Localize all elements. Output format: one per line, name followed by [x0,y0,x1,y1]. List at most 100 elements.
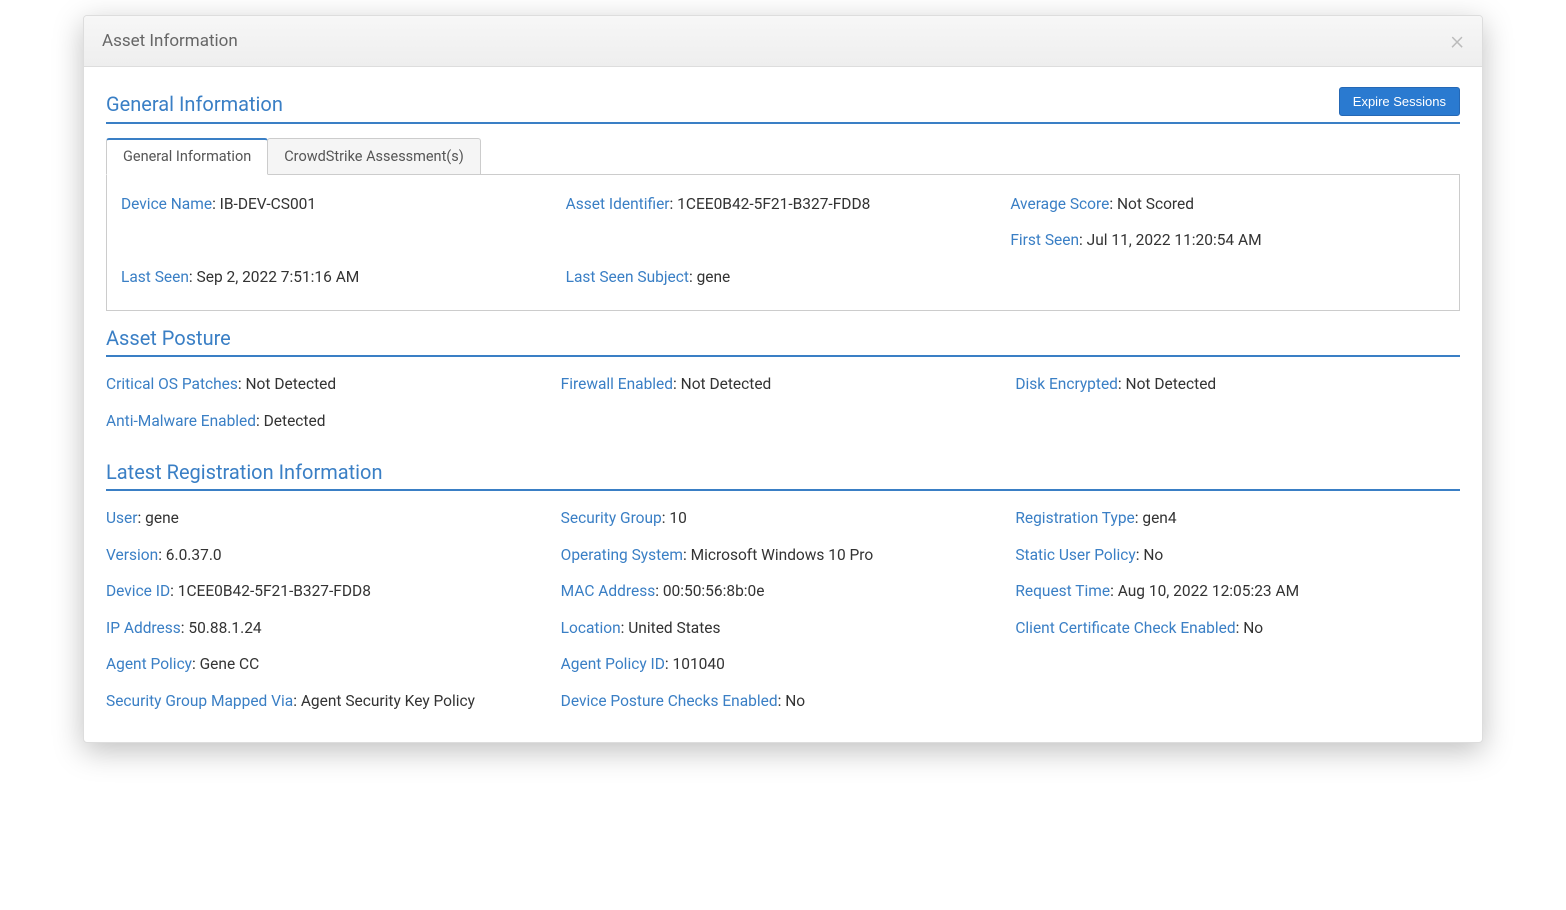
tab-crowdstrike-assessments[interactable]: CrowdStrike Assessment(s) [267,138,481,175]
field-mac-address: MAC Address: 00:50:56:8b:0e [561,580,1006,602]
label-client-cert-check: Client Certificate Check Enabled [1015,619,1235,637]
section-title-posture: Asset Posture [106,326,1460,350]
value-registration-type: gen4 [1142,509,1176,527]
empty-cell [1015,653,1460,675]
value-device-name: IB-DEV-CS001 [220,195,316,213]
value-client-cert-check: No [1243,619,1263,637]
section-header-general: General Information Expire Sessions [106,87,1460,124]
modal-header: Asset Information × [84,16,1482,67]
registration-grid: User: gene Security Group: 10 Registrati… [106,507,1460,712]
value-agent-policy: Gene CC [200,655,260,673]
field-request-time: Request Time: Aug 10, 2022 12:05:23 AM [1015,580,1460,602]
field-security-group: Security Group: 10 [561,507,1006,529]
tab-general-information[interactable]: General Information [106,138,268,175]
label-security-group-mapped: Security Group Mapped Via [106,692,293,710]
label-ip-address: IP Address [106,619,181,637]
section-header-posture: Asset Posture [106,326,1460,357]
tabs: General Information CrowdStrike Assessme… [106,138,1460,175]
field-registration-type: Registration Type: gen4 [1015,507,1460,529]
value-static-user-policy: No [1143,546,1163,564]
label-security-group: Security Group [561,509,662,527]
value-disk-encrypted: Not Detected [1126,375,1217,393]
label-asset-identifier: Asset Identifier [566,195,670,213]
field-last-seen-subject: Last Seen Subject: gene [566,266,1001,288]
label-first-seen: First Seen [1010,231,1079,249]
field-version: Version: 6.0.37.0 [106,544,551,566]
field-average-score: Average Score: Not Scored [1010,193,1445,215]
value-device-id: 1CEE0B42-5F21-B327-FDD8 [178,582,371,600]
label-location: Location [561,619,621,637]
value-last-seen-subject: gene [697,268,731,286]
label-last-seen-subject: Last Seen Subject [566,268,689,286]
field-operating-system: Operating System: Microsoft Windows 10 P… [561,544,1006,566]
field-client-cert-check: Client Certificate Check Enabled: No [1015,617,1460,639]
field-static-user-policy: Static User Policy: No [1015,544,1460,566]
field-agent-policy-id: Agent Policy ID: 101040 [561,653,1006,675]
value-agent-policy-id: 101040 [673,655,725,673]
value-first-seen: Jul 11, 2022 11:20:54 AM [1087,231,1262,249]
label-version: Version [106,546,158,564]
label-anti-malware: Anti-Malware Enabled [106,412,256,430]
label-firewall-enabled: Firewall Enabled [561,375,673,393]
label-device-name: Device Name [121,195,212,213]
expire-sessions-button[interactable]: Expire Sessions [1339,87,1460,116]
field-device-name: Device Name: IB-DEV-CS001 [121,193,556,252]
value-location: United States [628,619,720,637]
label-disk-encrypted: Disk Encrypted [1015,375,1118,393]
value-asset-identifier: 1CEE0B42-5F21-B327-FDD8 [677,195,870,213]
label-critical-os-patches: Critical OS Patches [106,375,238,393]
label-device-id: Device ID [106,582,170,600]
label-device-posture-checks: Device Posture Checks Enabled [561,692,778,710]
field-critical-os-patches: Critical OS Patches: Not Detected [106,373,551,395]
value-request-time: Aug 10, 2022 12:05:23 AM [1118,582,1299,600]
label-operating-system: Operating System [561,546,683,564]
col-avg-first: Average Score: Not Scored First Seen: Ju… [1010,193,1445,252]
asset-information-modal: Asset Information × General Information … [83,15,1483,743]
tab-panel-general: Device Name: IB-DEV-CS001 Asset Identifi… [106,174,1460,311]
field-ip-address: IP Address: 50.88.1.24 [106,617,551,639]
field-disk-encrypted: Disk Encrypted: Not Detected [1015,373,1460,395]
label-user: User [106,509,138,527]
value-security-group-mapped: Agent Security Key Policy [301,692,475,710]
value-last-seen: Sep 2, 2022 7:51:16 AM [197,268,360,286]
empty-cell [1010,266,1445,288]
value-operating-system: Microsoft Windows 10 Pro [691,546,874,564]
field-asset-identifier: Asset Identifier: 1CEE0B42-5F21-B327-FDD… [566,193,1001,252]
empty-cell [1015,690,1460,712]
field-location: Location: United States [561,617,1006,639]
label-average-score: Average Score [1010,195,1109,213]
value-security-group: 10 [669,509,686,527]
section-header-registration: Latest Registration Information [106,460,1460,491]
value-device-posture-checks: No [785,692,805,710]
section-title-general: General Information [106,92,283,116]
modal-title: Asset Information [102,31,238,51]
field-first-seen: First Seen: Jul 11, 2022 11:20:54 AM [1010,229,1445,251]
field-device-posture-checks: Device Posture Checks Enabled: No [561,690,1006,712]
label-last-seen: Last Seen [121,268,189,286]
field-anti-malware: Anti-Malware Enabled: Detected [106,410,551,432]
label-request-time: Request Time [1015,582,1110,600]
field-security-group-mapped: Security Group Mapped Via: Agent Securit… [106,690,551,712]
label-static-user-policy: Static User Policy [1015,546,1135,564]
label-mac-address: MAC Address [561,582,656,600]
value-firewall-enabled: Not Detected [681,375,772,393]
modal-body: General Information Expire Sessions Gene… [84,67,1482,742]
section-title-registration: Latest Registration Information [106,460,1460,484]
posture-grid: Critical OS Patches: Not Detected Firewa… [106,373,1460,432]
label-registration-type: Registration Type [1015,509,1134,527]
field-last-seen: Last Seen: Sep 2, 2022 7:51:16 AM [121,266,556,288]
value-critical-os-patches: Not Detected [246,375,337,393]
value-ip-address: 50.88.1.24 [188,619,261,637]
field-agent-policy: Agent Policy: Gene CC [106,653,551,675]
label-agent-policy-id: Agent Policy ID [561,655,665,673]
field-user: User: gene [106,507,551,529]
value-user: gene [145,509,179,527]
close-icon[interactable]: × [1450,28,1464,54]
field-device-id: Device ID: 1CEE0B42-5F21-B327-FDD8 [106,580,551,602]
value-average-score: Not Scored [1117,195,1194,213]
value-mac-address: 00:50:56:8b:0e [663,582,765,600]
value-anti-malware: Detected [264,412,326,430]
field-firewall-enabled: Firewall Enabled: Not Detected [561,373,1006,395]
general-info-grid: Device Name: IB-DEV-CS001 Asset Identifi… [121,193,1445,288]
label-agent-policy: Agent Policy [106,655,192,673]
